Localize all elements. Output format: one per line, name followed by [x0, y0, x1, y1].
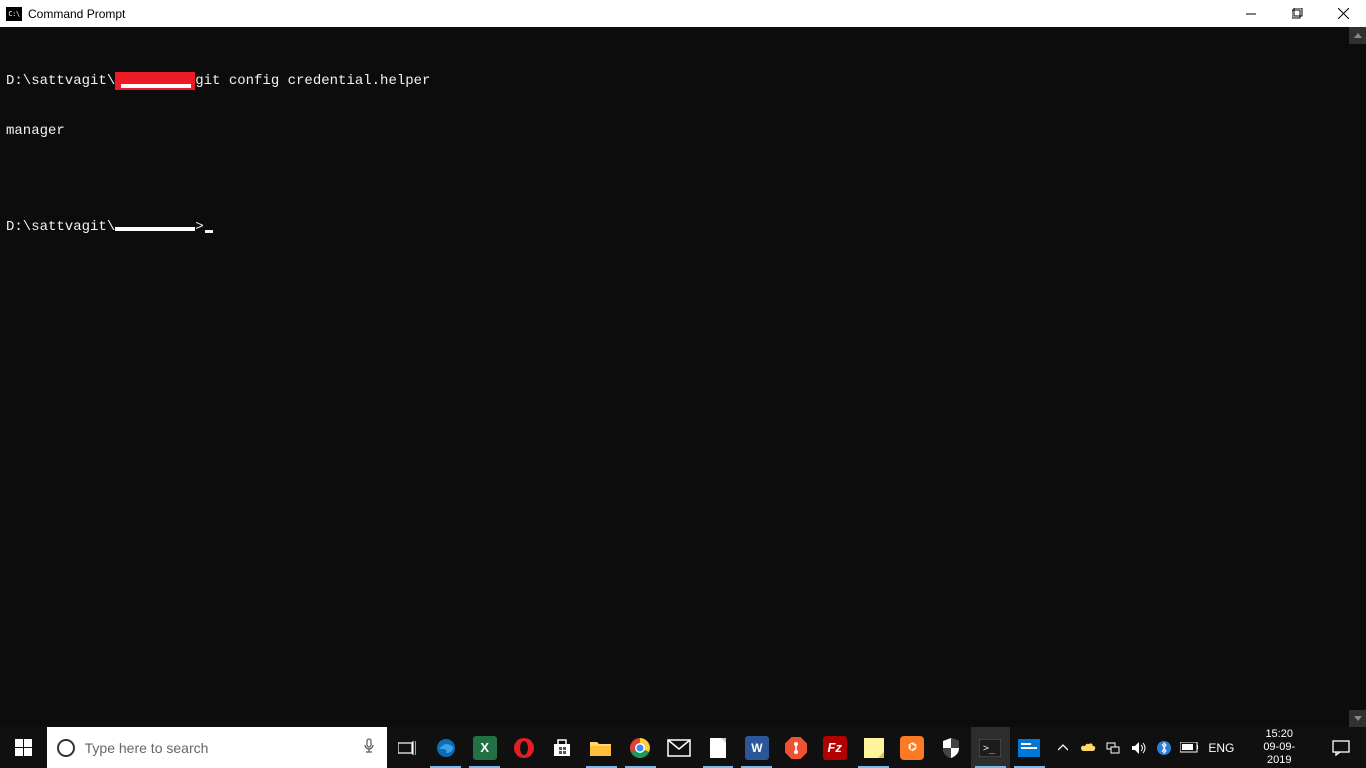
terminal-output[interactable]: D:\sattvagit\ git config credential.helpe… — [0, 27, 1349, 727]
excel-icon: X — [473, 736, 497, 760]
window-titlebar: C:\ Command Prompt — [0, 0, 1366, 27]
clock-date: 09-09-2019 — [1252, 741, 1306, 767]
maximize-button[interactable] — [1274, 0, 1320, 27]
cortana-icon — [57, 739, 75, 757]
taskbar-app-security[interactable] — [932, 727, 971, 768]
chrome-icon — [629, 737, 651, 759]
tray-network-icon[interactable] — [1105, 741, 1122, 755]
tray-language[interactable]: ENG — [1206, 741, 1236, 755]
git-icon — [785, 737, 807, 759]
store-icon — [551, 737, 573, 759]
redacted-red — [115, 72, 195, 90]
tray-battery-icon[interactable] — [1180, 742, 1198, 753]
close-button[interactable] — [1320, 0, 1366, 27]
notification-icon — [1332, 740, 1350, 756]
taskbar-app-notepad[interactable] — [699, 727, 738, 768]
taskbar-app-settings[interactable] — [1010, 727, 1049, 768]
settings-window-icon — [1018, 739, 1040, 757]
windows-logo-icon — [15, 739, 32, 756]
taskbar-app-xampp[interactable]: ⌬ — [893, 727, 932, 768]
filezilla-icon: Fz — [823, 736, 847, 760]
edge-icon — [435, 737, 457, 759]
taskbar-app-store[interactable] — [543, 727, 582, 768]
redacted-white — [115, 227, 195, 231]
scroll-down-arrow[interactable] — [1349, 710, 1366, 727]
taskbar-app-chrome[interactable] — [621, 727, 660, 768]
taskbar-app-git[interactable] — [776, 727, 815, 768]
task-view-icon — [398, 741, 416, 755]
output-text: manager — [6, 123, 65, 139]
mail-icon — [667, 739, 691, 757]
prompt-path: D:\sattvagit\ — [6, 219, 115, 235]
tray-volume-icon[interactable] — [1130, 741, 1147, 755]
search-input[interactable]: Type here to search — [47, 727, 388, 768]
svg-text:>_: >_ — [983, 743, 996, 754]
scroll-up-arrow[interactable] — [1349, 27, 1366, 44]
terminal-area[interactable]: D:\sattvagit\ git config credential.helpe… — [0, 27, 1366, 727]
minimize-button[interactable] — [1228, 0, 1274, 27]
mic-icon[interactable] — [363, 738, 375, 757]
prompt-caret: > — [195, 219, 203, 235]
clock-time: 15:20 — [1252, 728, 1306, 741]
taskbar-app-sticky-notes[interactable] — [854, 727, 893, 768]
taskbar: Type here to search X W Fz — [0, 727, 1366, 768]
scrollbar[interactable] — [1349, 27, 1366, 727]
tray-overflow-icon[interactable] — [1055, 744, 1072, 751]
tray-onedrive-icon[interactable] — [1080, 741, 1097, 755]
action-center-button[interactable] — [1322, 740, 1360, 756]
tray-bluetooth-icon[interactable] — [1155, 741, 1172, 755]
cursor — [205, 230, 213, 233]
folder-icon — [589, 738, 613, 758]
task-view-button[interactable] — [387, 727, 426, 768]
window-title: Command Prompt — [28, 7, 125, 21]
taskbar-app-word[interactable]: W — [737, 727, 776, 768]
command-text: git config credential.helper — [195, 73, 430, 89]
taskbar-app-file-explorer[interactable] — [582, 727, 621, 768]
word-icon: W — [745, 736, 769, 760]
taskbar-app-filezilla[interactable]: Fz — [815, 727, 854, 768]
taskbar-app-excel[interactable]: X — [465, 727, 504, 768]
xampp-icon: ⌬ — [900, 736, 924, 760]
search-placeholder: Type here to search — [85, 740, 209, 756]
taskbar-app-edge[interactable] — [426, 727, 465, 768]
system-tray: ENG 15:20 09-09-2019 — [1049, 727, 1366, 768]
cmd-icon: >_ — [979, 739, 1001, 757]
notepad-icon — [709, 737, 727, 759]
taskbar-app-cmd[interactable]: >_ — [971, 727, 1010, 768]
start-button[interactable] — [0, 727, 47, 768]
shield-icon — [941, 737, 961, 759]
opera-icon — [513, 737, 535, 759]
taskbar-app-mail[interactable] — [660, 727, 699, 768]
prompt-path: D:\sattvagit\ — [6, 73, 115, 89]
cmd-icon: C:\ — [6, 7, 22, 21]
taskbar-app-opera[interactable] — [504, 727, 543, 768]
sticky-note-icon — [864, 738, 884, 758]
tray-clock[interactable]: 15:20 09-09-2019 — [1244, 728, 1314, 767]
